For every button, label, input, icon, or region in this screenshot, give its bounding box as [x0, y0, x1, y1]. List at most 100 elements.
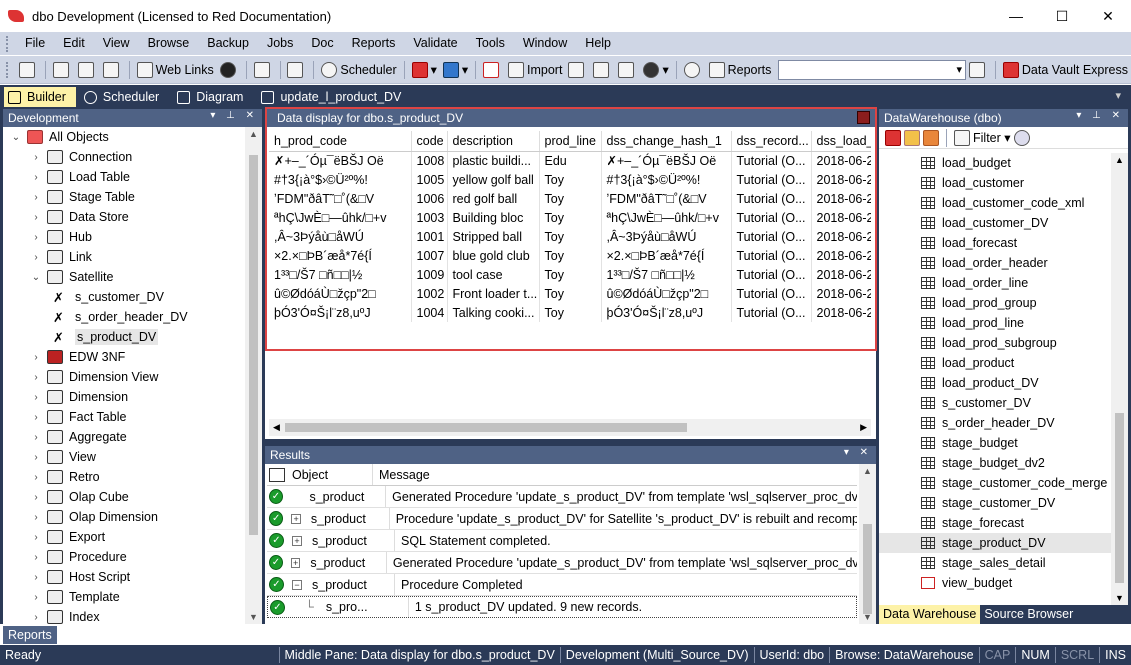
new-button[interactable] [16, 59, 41, 81]
result-row[interactable]: ✓ └ s_pro... 1 s_product_DV updated. 9 new … [267, 596, 857, 618]
folder-icon[interactable] [904, 129, 920, 146]
paste-button[interactable] [100, 59, 125, 81]
warehouse-item[interactable]: stage_sales_detail [879, 553, 1111, 573]
column-header-3[interactable]: prod_line [539, 131, 602, 152]
tree-item-s-customer-dv[interactable]: ✗ s_customer_DV [3, 287, 245, 307]
table-row[interactable]: þÓ3'Ó¤Š¡l¨z8,uºJ 1004 Talking cooki... Toy þ… [269, 303, 871, 322]
data-vault-button[interactable]: Data Vault Express [1000, 59, 1131, 81]
tree-item-connection[interactable]: › Connection [3, 147, 245, 167]
warehouse-item[interactable]: stage_forecast [879, 513, 1111, 533]
column-header-4[interactable]: dss_change_hash_1 [601, 131, 732, 152]
menu-doc[interactable]: Doc [302, 32, 342, 55]
column-header-5[interactable]: dss_record... [731, 131, 812, 152]
blue-connect-button[interactable]: ▾ [440, 59, 471, 81]
close-pane-button[interactable] [857, 111, 870, 124]
chevron-right-icon[interactable]: › [29, 412, 43, 423]
tree-item-fact-table[interactable]: › Fact Table [3, 407, 245, 427]
warehouse-item[interactable]: stage_customer_DV [879, 493, 1111, 513]
chevron-right-icon[interactable]: › [29, 232, 43, 243]
chevron-right-icon[interactable]: › [29, 472, 43, 483]
import-button[interactable]: Import [505, 59, 565, 81]
warehouse-item[interactable]: stage_product_DV [879, 533, 1111, 553]
scheduler-button[interactable]: Scheduler [318, 59, 399, 81]
chart-button[interactable] [284, 59, 309, 81]
tree-item-dimension-view[interactable]: › Dimension View [3, 367, 245, 387]
column-header-1[interactable]: code [411, 131, 448, 152]
collapse-icon[interactable]: − [292, 579, 302, 590]
window-button[interactable] [615, 59, 640, 81]
clipboard-button[interactable] [251, 59, 276, 81]
reports-button[interactable]: Reports [706, 59, 775, 81]
table-row[interactable]: ʼFDM"ðâT˜□˚(&□V 1006 red golf ball Toy ʼFDM"… [269, 189, 871, 208]
chevron-right-icon[interactable]: › [29, 372, 43, 383]
column-header-0[interactable]: h_prod_code [269, 131, 412, 152]
tree-item-all-objects[interactable]: ⌄ All Objects [3, 127, 245, 147]
column-header-2[interactable]: description [447, 131, 540, 152]
warehouse-item[interactable]: load_forecast [879, 233, 1111, 253]
warehouse-item[interactable]: stage_customer_code_merge [879, 473, 1111, 493]
tree-item-export[interactable]: › Export [3, 527, 245, 547]
chevron-right-icon[interactable]: › [29, 512, 43, 523]
tree-item-stage-table[interactable]: › Stage Table [3, 187, 245, 207]
menu-jobs[interactable]: Jobs [258, 32, 302, 55]
red-plug-icon[interactable] [885, 129, 901, 146]
menu-edit[interactable]: Edit [54, 32, 94, 55]
warehouse-item[interactable]: stage_budget_dv2 [879, 453, 1111, 473]
grid-horizontal-scrollbar[interactable]: ◀ ▶ [269, 419, 871, 436]
expand-icon[interactable]: + [290, 557, 301, 568]
column-object[interactable]: Object [288, 468, 372, 482]
warehouse-item[interactable]: s_order_header_DV [879, 413, 1111, 433]
web-links-button[interactable]: Web Links [134, 59, 217, 81]
menu-window[interactable]: Window [514, 32, 576, 55]
tab-scheduler[interactable]: Scheduler [80, 87, 169, 107]
tree-item-aggregate[interactable]: › Aggregate [3, 427, 245, 447]
warehouse-item[interactable]: load_customer [879, 173, 1111, 193]
warehouse-item[interactable]: s_customer_DV [879, 393, 1111, 413]
results-scrollbar[interactable]: ▲ ▼ [859, 464, 876, 624]
grid-button[interactable] [565, 59, 590, 81]
result-row[interactable]: ✓ + s_product SQL Statement completed. [267, 530, 857, 552]
chevron-right-icon[interactable]: › [29, 572, 43, 583]
pane-controls[interactable]: ▾ ⊥ ✕ [1076, 110, 1124, 121]
pane-controls[interactable]: ▾ ✕ [844, 447, 872, 458]
reports-dropdown[interactable] [778, 59, 967, 80]
tab-diagram[interactable]: Diagram [173, 87, 253, 107]
warehouse-item[interactable]: load_order_header [879, 253, 1111, 273]
help-button[interactable] [217, 59, 242, 81]
tree-item-satellite[interactable]: ⌄ Satellite [3, 267, 245, 287]
chevron-right-icon[interactable]: › [29, 552, 43, 563]
chevron-right-icon[interactable]: › [29, 172, 43, 183]
tree-item-template[interactable]: › Template [3, 587, 245, 607]
warehouse-item[interactable]: load_order_line [879, 273, 1111, 293]
refresh-button[interactable] [681, 59, 706, 81]
chevron-right-icon[interactable]: › [29, 212, 43, 223]
formula-button[interactable] [480, 59, 505, 81]
tree-item-load-table[interactable]: › Load Table [3, 167, 245, 187]
table-row[interactable]: ×2.×□ÞB´æå*7é{Í 1007 blue gold club Toy ×2.×… [269, 246, 871, 265]
chevron-right-icon[interactable]: › [29, 152, 43, 163]
tree-item-s-product-dv[interactable]: ✗ s_product_DV [3, 327, 245, 347]
warehouse-item[interactable]: view_budget [879, 573, 1111, 593]
menu-browse[interactable]: Browse [139, 32, 199, 55]
menu-validate[interactable]: Validate [404, 32, 466, 55]
tree-item-data-store[interactable]: › Data Store [3, 207, 245, 227]
result-row[interactable]: ✓ + s_product Procedure 'update_s_product_D… [267, 508, 857, 530]
table-row[interactable]: ✗+–_´Óµ¯ëBŠJ Oë 1008 plastic buildi... Edu ✗… [269, 151, 871, 170]
warehouse-item[interactable]: load_product [879, 353, 1111, 373]
chevron-down-icon[interactable]: ⌄ [9, 132, 23, 143]
tab-data-warehouse[interactable]: Data Warehouse [879, 605, 981, 624]
chevron-right-icon[interactable]: › [29, 612, 43, 623]
table-row[interactable]: ,Â~3Þýåù□åWÚ 1001 Stripped ball Toy ,Â~3Þýåù… [269, 227, 871, 246]
warehouse-item[interactable]: load_budget [879, 153, 1111, 173]
menu-reports[interactable]: Reports [343, 32, 405, 55]
copy-button[interactable] [75, 59, 100, 81]
chevron-right-icon[interactable]: › [29, 432, 43, 443]
tab-reports[interactable]: Reports [3, 626, 57, 644]
chevron-right-icon[interactable]: › [29, 452, 43, 463]
result-row[interactable]: ✓ − s_product Procedure Completed [267, 574, 857, 596]
expand-icon[interactable]: + [292, 535, 302, 546]
tree-item-retro[interactable]: › Retro [3, 467, 245, 487]
table-row[interactable]: û©ØdóáÙ□žçp"2□ 1002 Front loader t... Toy û©… [269, 284, 871, 303]
tree-item-hub[interactable]: › Hub [3, 227, 245, 247]
maximize-button[interactable]: ☐ [1039, 0, 1085, 32]
